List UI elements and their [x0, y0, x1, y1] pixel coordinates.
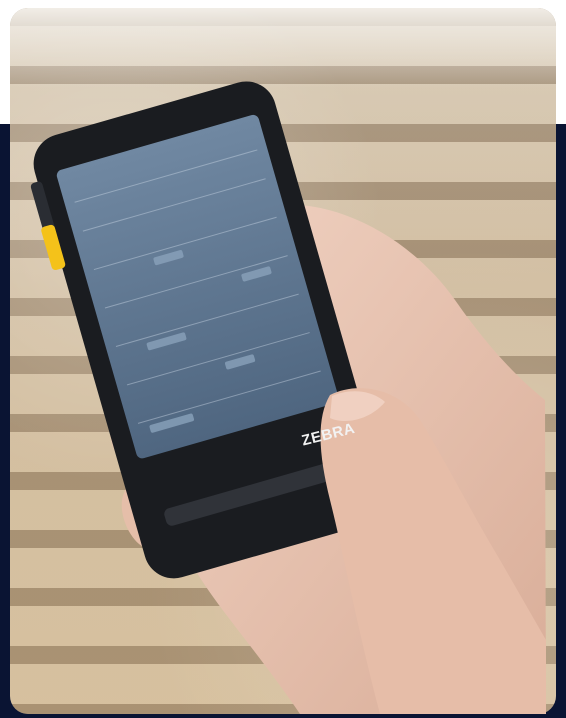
phone-in-hand-illustration [30, 81, 546, 714]
phone-screen [56, 114, 339, 459]
